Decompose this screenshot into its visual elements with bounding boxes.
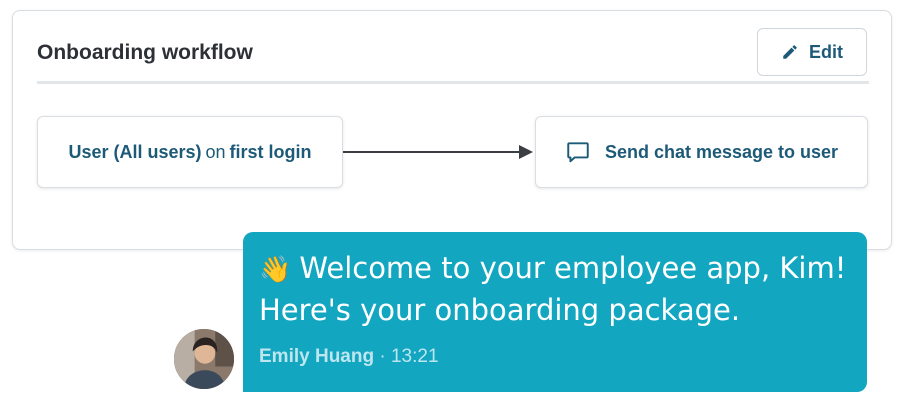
- trigger-event: first login: [229, 141, 312, 162]
- flow-arrow: [343, 145, 533, 159]
- avatar: [172, 327, 236, 391]
- trigger-connector: on: [205, 141, 226, 162]
- workflow-title: Onboarding workflow: [37, 41, 253, 64]
- action-node[interactable]: Send chat message to user: [535, 116, 868, 188]
- workflow-preview: Onboarding workflow Edit User (All users…: [0, 0, 924, 420]
- chat-message-bubble: 👋 Welcome to your employee app, Kim! Here…: [243, 232, 867, 392]
- waving-hand-icon: 👋: [259, 255, 292, 285]
- edit-button[interactable]: Edit: [757, 28, 867, 76]
- edit-button-label: Edit: [809, 41, 843, 62]
- meta-separator: ·: [379, 346, 386, 367]
- message-meta: Emily Huang · 13:21: [259, 346, 439, 368]
- trigger-label: User (All users) on first login: [68, 142, 311, 163]
- avatar-photo: [174, 329, 234, 389]
- trigger-node[interactable]: User (All users) on first login: [37, 116, 343, 188]
- message-body: Welcome to your employee app, Kim! Here'…: [259, 251, 847, 327]
- header-divider: [37, 81, 869, 84]
- action-label: Send chat message to user: [604, 141, 839, 162]
- pencil-icon: [783, 45, 797, 59]
- workflow-card: Onboarding workflow Edit User (All users…: [12, 10, 892, 250]
- message-time: 13:21: [390, 346, 439, 367]
- chat-message-text: 👋 Welcome to your employee app, Kim! Here…: [259, 248, 847, 330]
- trigger-subject: User (All users): [68, 141, 202, 162]
- chat-bubble-icon: [567, 142, 589, 163]
- sender-name: Emily Huang: [259, 346, 375, 367]
